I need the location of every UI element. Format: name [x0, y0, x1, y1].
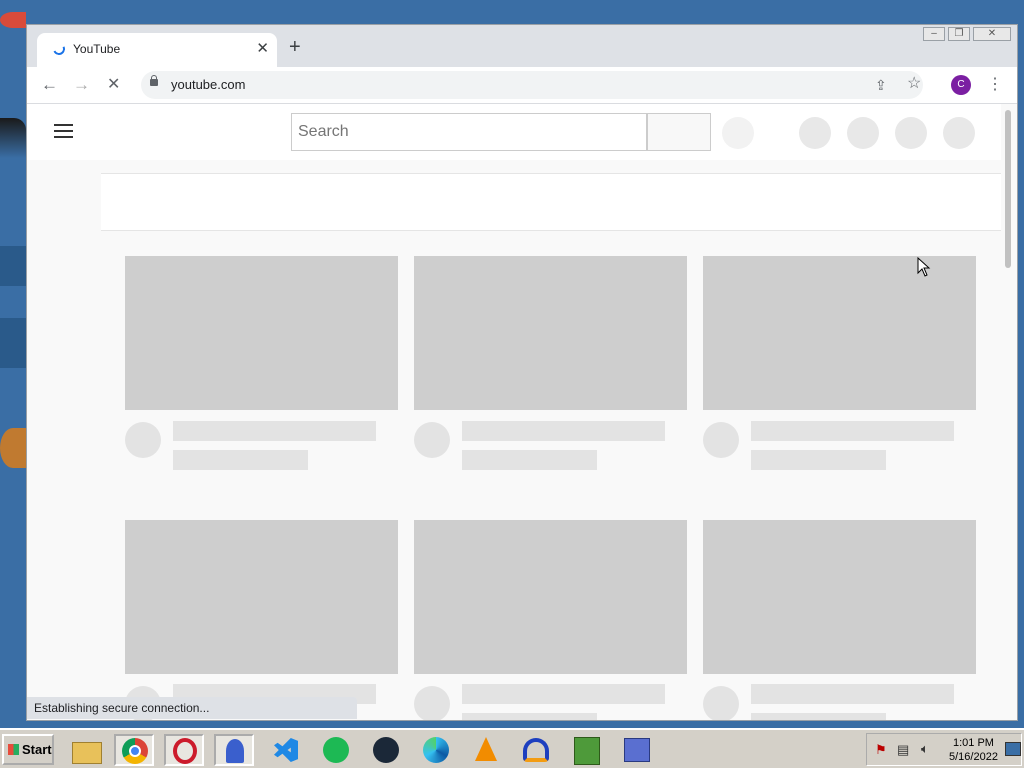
video-thumbnail-placeholder[interactable] [125, 256, 398, 410]
video-thumbnail-placeholder[interactable] [414, 256, 687, 410]
meta-placeholder [462, 713, 597, 720]
desktop-icon-app-2[interactable] [0, 118, 26, 158]
more-menu-icon[interactable]: ⋮ [987, 75, 1003, 95]
desktop-icon-app-4[interactable] [0, 318, 26, 368]
audacity-icon[interactable] [516, 734, 556, 766]
plus-icon[interactable]: + [289, 37, 301, 57]
video-thumbnail-placeholder[interactable] [703, 256, 976, 410]
channel-avatar-placeholder [703, 422, 739, 458]
notepad-chart-icon[interactable] [566, 734, 606, 766]
show-desktop-icon[interactable] [1005, 742, 1021, 756]
channel-avatar-placeholder [125, 422, 161, 458]
browser-window: YouTube ✕ + – ❐ ✕ ← → ✕ youtube.com ⇪ ☆ … [26, 24, 1018, 721]
address-bar[interactable]: youtube.com ⇪ ☆ [141, 71, 923, 99]
start-button[interactable]: Start [2, 734, 54, 765]
windows-flag-icon [8, 744, 19, 755]
chrome-icon[interactable] [114, 734, 154, 766]
desktop-icon-app-5[interactable] [0, 428, 26, 468]
title-placeholder [173, 421, 376, 441]
network-tool-icon[interactable] [616, 734, 656, 766]
loading-spinner-icon [51, 41, 67, 57]
status-bar: Establishing secure connection... [27, 697, 357, 719]
close-tab-icon[interactable]: ✕ [256, 39, 269, 57]
spotify-icon[interactable] [316, 734, 356, 766]
lock-icon[interactable] [150, 75, 158, 86]
vlc-icon[interactable] [466, 734, 506, 766]
meta-placeholder [751, 450, 886, 470]
url-text[interactable]: youtube.com [171, 77, 245, 92]
search-button[interactable] [647, 113, 711, 151]
tab-strip: YouTube ✕ + – ❐ ✕ [27, 25, 1017, 67]
stop-loading-icon[interactable]: ✕ [107, 75, 120, 95]
filter-chips-bar [101, 173, 1001, 231]
title-placeholder [462, 684, 665, 704]
desktop-icon-google-chrome[interactable] [0, 12, 26, 28]
clock-time[interactable]: 1:01 PM [953, 737, 994, 749]
volume-icon[interactable]: 🔈︎ [921, 741, 929, 757]
steam-icon[interactable] [366, 734, 406, 766]
title-placeholder [751, 684, 954, 704]
file-explorer-icon[interactable] [66, 734, 106, 766]
opera-icon[interactable] [164, 734, 204, 766]
notifications-button-placeholder[interactable] [895, 117, 927, 149]
video-thumbnail-placeholder[interactable] [414, 520, 687, 674]
back-arrow-icon[interactable]: ← [41, 75, 58, 95]
account-button-placeholder[interactable] [943, 117, 975, 149]
title-placeholder [462, 421, 665, 441]
channel-avatar-placeholder [703, 686, 739, 720]
clock-date[interactable]: 5/16/2022 [949, 751, 998, 763]
start-label: Start [22, 742, 52, 757]
edge-icon[interactable] [416, 734, 456, 766]
page-viewport: Establishing secure connection... [27, 104, 1017, 720]
meta-placeholder [751, 713, 886, 720]
channel-avatar-placeholder [414, 422, 450, 458]
profile-avatar[interactable]: C [951, 75, 971, 95]
unknown-app-icon[interactable] [214, 734, 254, 766]
search-input[interactable] [291, 113, 647, 151]
hamburger-menu-icon[interactable] [54, 124, 74, 138]
close-window-button[interactable]: ✕ [973, 27, 1011, 41]
taskbar: Start ⚑ ▤ 🔈︎ 1:01 PM 5/16/2022 [0, 728, 1024, 768]
mouse-pointer-icon [917, 257, 931, 277]
tab-youtube[interactable]: YouTube ✕ [37, 33, 277, 67]
title-placeholder [751, 421, 954, 441]
system-tray: ⚑ ▤ 🔈︎ 1:01 PM 5/16/2022 [866, 733, 1022, 766]
bookmark-star-icon[interactable]: ☆ [907, 74, 921, 94]
channel-avatar-placeholder [414, 686, 450, 720]
minimize-button[interactable]: – [923, 27, 945, 41]
youtube-header [27, 104, 1001, 160]
vscode-icon[interactable] [266, 734, 306, 766]
security-flag-icon[interactable]: ⚑ [875, 742, 887, 758]
meta-placeholder [173, 450, 308, 470]
video-thumbnail-placeholder[interactable] [125, 520, 398, 674]
mic-button-placeholder[interactable] [722, 117, 754, 149]
create-button-placeholder[interactable] [799, 117, 831, 149]
desktop-icon-vlc[interactable] [0, 246, 26, 286]
restore-button[interactable]: ❐ [948, 27, 970, 41]
meta-placeholder [462, 450, 597, 470]
scrollbar[interactable] [1005, 110, 1011, 268]
apps-button-placeholder[interactable] [847, 117, 879, 149]
tab-title: YouTube [73, 42, 121, 56]
browser-toolbar: ← → ✕ youtube.com ⇪ ☆ C ⋮ [27, 67, 1017, 104]
forward-arrow-icon[interactable]: → [73, 75, 90, 95]
share-icon[interactable]: ⇪ [875, 75, 887, 95]
video-thumbnail-placeholder[interactable] [703, 520, 976, 674]
network-icon[interactable]: ▤ [897, 742, 909, 758]
